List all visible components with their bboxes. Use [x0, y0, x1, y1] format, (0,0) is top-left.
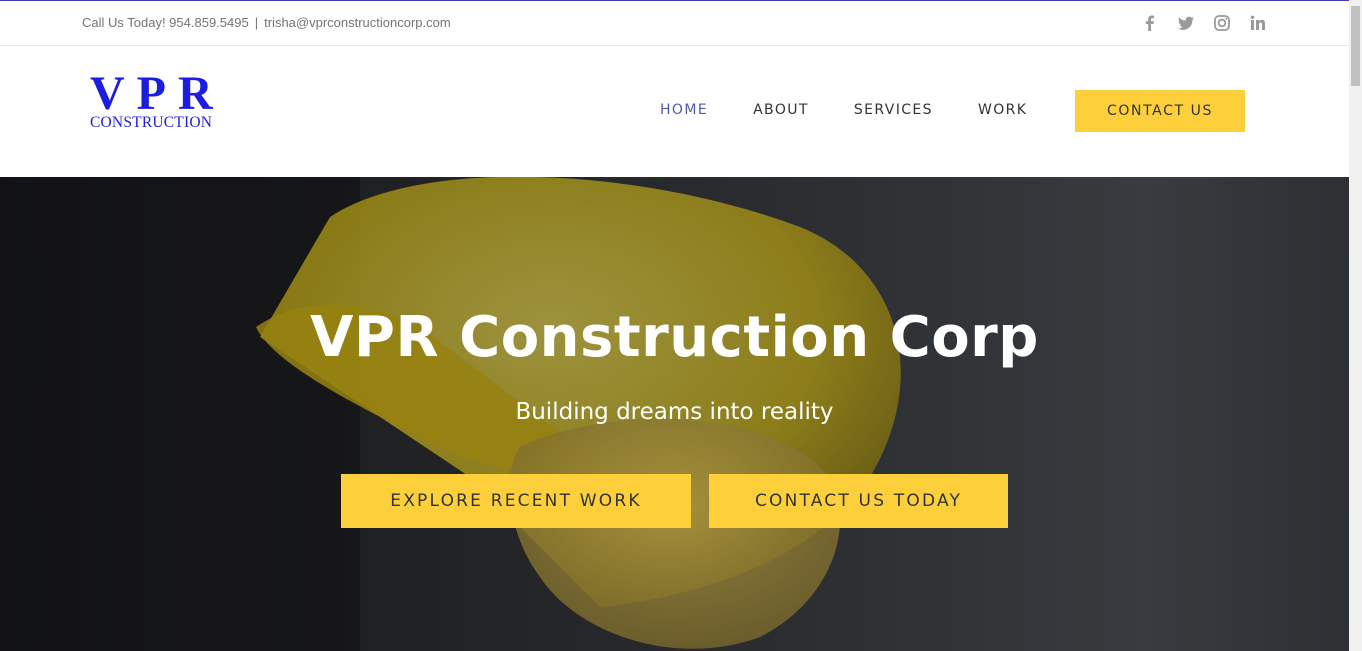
phone-text: Call Us Today! 954.859.5495: [82, 15, 249, 30]
page-scrollbar[interactable]: [1349, 0, 1362, 651]
contact-separator: |: [254, 15, 259, 30]
social-links: [1140, 13, 1268, 33]
email-link[interactable]: trisha@vprconstructioncorp.com: [264, 15, 451, 30]
logo-sub-text: CONSTRUCTION: [90, 114, 213, 131]
contact-info: Call Us Today! 954.859.5495 | trisha@vprco…: [82, 15, 451, 30]
twitter-icon[interactable]: [1176, 13, 1196, 33]
contact-us-button[interactable]: CONTACT US: [1075, 90, 1245, 132]
hero-subtitle: Building dreams into reality: [515, 399, 834, 425]
site-header: VPR CONSTRUCTION HOME ABOUT SERVICES WOR…: [0, 46, 1349, 177]
nav-about[interactable]: ABOUT: [753, 102, 809, 118]
facebook-icon[interactable]: [1140, 13, 1160, 33]
top-bar: Call Us Today! 954.859.5495 | trisha@vprco…: [0, 1, 1349, 46]
explore-recent-work-button[interactable]: EXPLORE RECENT WORK: [341, 474, 691, 528]
logo[interactable]: VPR CONSTRUCTION: [90, 67, 225, 131]
nav-work[interactable]: WORK: [978, 102, 1027, 118]
nav-services[interactable]: SERVICES: [854, 102, 933, 118]
contact-us-today-button[interactable]: CONTACT US TODAY: [709, 474, 1008, 528]
scrollbar-thumb[interactable]: [1351, 6, 1360, 86]
instagram-icon[interactable]: [1212, 13, 1232, 33]
nav-home[interactable]: HOME: [660, 102, 708, 118]
logo-main-text: VPR: [90, 67, 225, 120]
hero-title: VPR Construction Corp: [310, 305, 1039, 370]
main-nav: HOME ABOUT SERVICES WORK: [660, 102, 1072, 118]
hero-section: VPR Construction Corp Building dreams in…: [0, 177, 1349, 651]
linkedin-icon[interactable]: [1248, 13, 1268, 33]
